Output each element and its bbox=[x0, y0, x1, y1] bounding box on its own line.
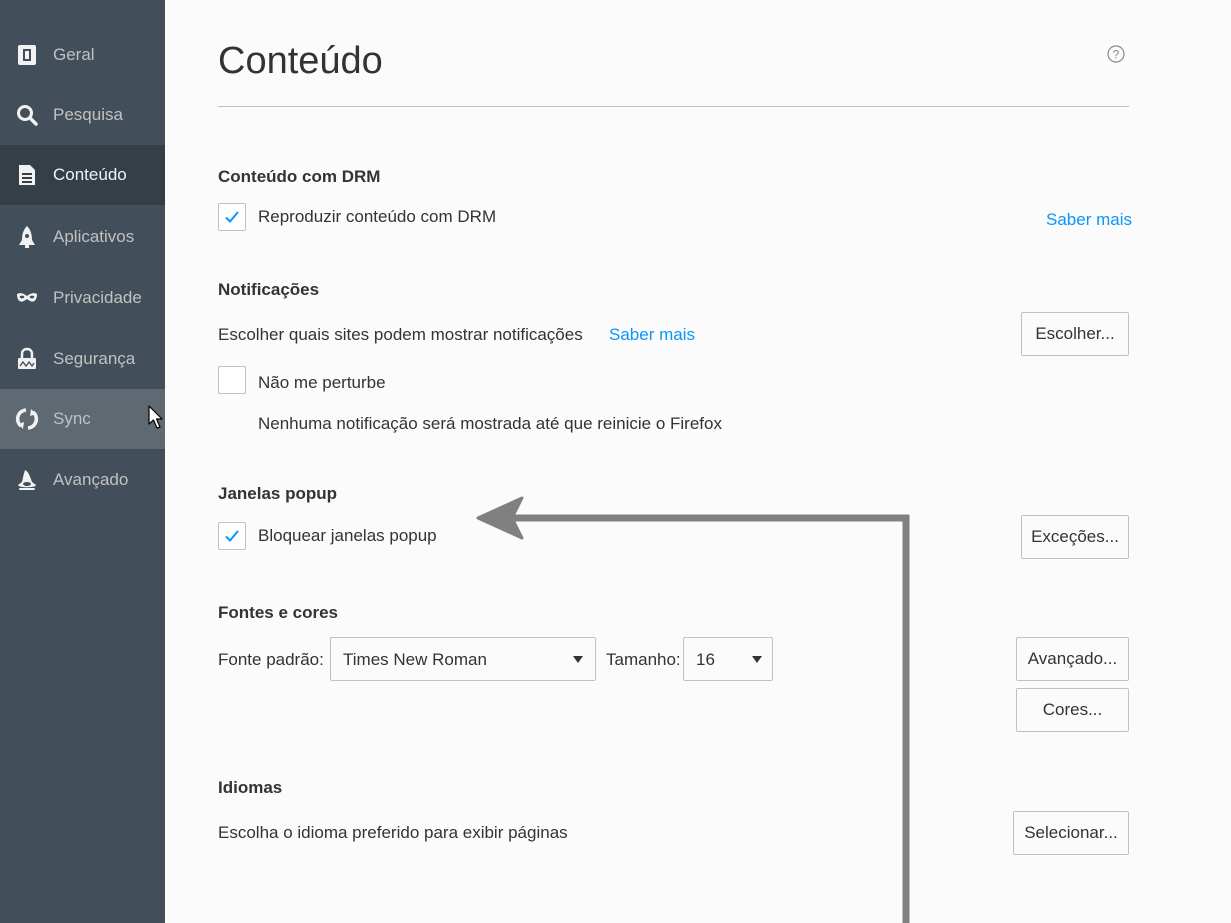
document-icon bbox=[19, 165, 35, 185]
default-font-value: Times New Roman bbox=[343, 650, 487, 669]
general-icon bbox=[18, 45, 36, 65]
sync-icon bbox=[15, 408, 39, 430]
sidebar-item-label: Segurança bbox=[53, 349, 136, 368]
checkmark-icon bbox=[225, 530, 239, 542]
font-size-value: 16 bbox=[696, 650, 715, 669]
languages-section-title: Idiomas bbox=[218, 778, 283, 797]
annotation-arrow bbox=[476, 496, 910, 923]
do-not-disturb-checkbox[interactable] bbox=[218, 366, 246, 394]
sidebar-item-avancado[interactable]: Avançado bbox=[0, 450, 165, 510]
search-icon bbox=[17, 105, 38, 126]
svg-text:?: ? bbox=[1113, 48, 1120, 62]
sidebar-item-label: Aplicativos bbox=[53, 227, 135, 246]
title-divider bbox=[218, 106, 1129, 107]
default-font-label: Fonte padrão: bbox=[218, 650, 324, 669]
choose-notifications-button[interactable]: Escolher... bbox=[1021, 312, 1129, 356]
select-language-button[interactable]: Selecionar... bbox=[1013, 811, 1129, 855]
font-size-label: Tamanho: bbox=[606, 650, 681, 669]
notifications-section-title: Notificações bbox=[218, 280, 320, 299]
notifications-description: Escolher quais sites podem mostrar notif… bbox=[218, 325, 583, 344]
page-title: Conteúdo bbox=[218, 40, 383, 82]
wizard-hat-icon bbox=[18, 470, 36, 490]
notifications-learn-more-link[interactable]: Saber mais bbox=[609, 325, 695, 345]
drm-checkbox-label[interactable]: Reproduzir conteúdo com DRM bbox=[258, 207, 496, 227]
sidebar-item-sync[interactable]: Sync bbox=[0, 389, 165, 449]
sidebar-item-conteudo[interactable]: Conteúdo bbox=[0, 145, 165, 205]
lock-icon bbox=[18, 347, 36, 369]
font-size-select[interactable]: 16 bbox=[683, 637, 773, 681]
default-font-select[interactable]: Times New Roman bbox=[330, 637, 596, 681]
sidebar-item-geral[interactable]: Geral bbox=[0, 25, 165, 85]
do-not-disturb-note: Nenhuma notificação será mostrada até qu… bbox=[258, 414, 722, 433]
sidebar-item-aplicativos[interactable]: Aplicativos bbox=[0, 207, 165, 267]
do-not-disturb-label[interactable]: Não me perturbe bbox=[258, 373, 386, 393]
drm-checkbox[interactable] bbox=[218, 203, 246, 231]
sidebar-item-label: Avançado bbox=[53, 470, 129, 489]
sidebar-item-label: Geral bbox=[53, 45, 95, 64]
languages-description: Escolha o idioma preferido para exibir p… bbox=[218, 823, 568, 842]
block-popups-label[interactable]: Bloquear janelas popup bbox=[258, 526, 437, 546]
sidebar-item-label: Privacidade bbox=[53, 288, 142, 307]
sidebar-item-label: Pesquisa bbox=[53, 105, 123, 124]
mouse-cursor-icon bbox=[148, 405, 163, 429]
sidebar-item-label: Conteúdo bbox=[53, 165, 127, 184]
colors-button[interactable]: Cores... bbox=[1016, 688, 1129, 732]
fonts-advanced-button[interactable]: Avançado... bbox=[1016, 637, 1129, 681]
checkmark-icon bbox=[225, 211, 239, 223]
sidebar-item-privacidade[interactable]: Privacidade bbox=[0, 268, 165, 328]
sidebar-item-seguranca[interactable]: Segurança bbox=[0, 329, 165, 389]
chevron-down-icon bbox=[573, 656, 583, 663]
popups-section-title: Janelas popup bbox=[218, 484, 338, 503]
question-circle-icon[interactable]: ? bbox=[1106, 44, 1126, 64]
block-popups-checkbox[interactable] bbox=[218, 522, 246, 550]
rocket-icon bbox=[19, 226, 35, 248]
sidebar: Geral Pesquisa Conteúdo Aplicativos Priv… bbox=[0, 0, 165, 923]
fonts-section-title: Fontes e cores bbox=[218, 603, 338, 622]
drm-learn-more-link[interactable]: Saber mais bbox=[1046, 210, 1132, 230]
drm-section-title: Conteúdo com DRM bbox=[218, 167, 381, 186]
sidebar-item-label: Sync bbox=[53, 409, 91, 428]
sidebar-item-pesquisa[interactable]: Pesquisa bbox=[0, 85, 165, 145]
mask-icon bbox=[17, 293, 37, 302]
chevron-down-icon bbox=[752, 656, 762, 663]
popup-exceptions-button[interactable]: Exceções... bbox=[1021, 515, 1129, 559]
